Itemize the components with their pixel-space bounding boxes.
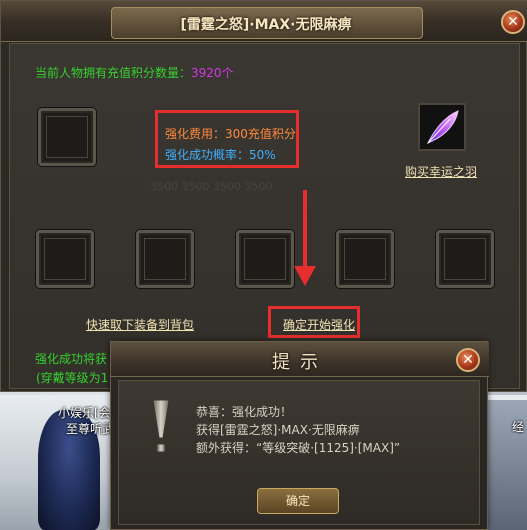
quick-unequip-link[interactable]: 快速取下装备到背包 <box>86 316 194 333</box>
material-slot-1[interactable] <box>36 230 94 288</box>
dialog-message-2: 获得[雷霆之怒]·MAX·无限麻痹 <box>196 423 360 437</box>
exclamation-icon <box>152 399 170 453</box>
points-line: 当前人物拥有充值积分数量：3920个 <box>35 64 234 81</box>
level-note: (穿戴等级为1 <box>36 371 109 385</box>
watermark: 3500 3500 3500 3500 <box>150 180 273 193</box>
material-slot-3[interactable] <box>236 230 294 288</box>
material-slot-5[interactable] <box>436 230 494 288</box>
dialog-title: 提示 <box>272 352 328 373</box>
window-title: [雷霆之怒]·MAX·无限麻痹 <box>180 17 352 33</box>
npc-name-fragment: 经 <box>512 420 525 434</box>
start-enhance-button[interactable]: 确定开始强化 <box>283 316 355 333</box>
success-note: 强化成功将获 <box>35 352 108 366</box>
lucky-feather-icon <box>426 110 459 145</box>
annotation-arrow-shaft <box>303 190 307 270</box>
material-slot-2[interactable] <box>136 230 194 288</box>
main-equip-slot[interactable] <box>38 108 96 166</box>
points-label: 当前人物拥有充值积分数量： <box>35 66 192 80</box>
window-content <box>9 43 520 389</box>
annotation-arrow-head <box>294 266 316 286</box>
success-rate: 强化成功概率：50% <box>165 148 276 162</box>
close-icon[interactable]: ✕ <box>501 10 525 34</box>
enhance-window: [雷霆之怒]·MAX·无限麻痹 ✕ <box>0 0 527 392</box>
dialog-close-icon[interactable]: ✕ <box>456 348 480 372</box>
player-name-line1: 小娱乐[会 <box>58 406 111 420</box>
dialog-message-3: 额外获得：“等级突破·[1125]·[MAX]” <box>196 441 401 455</box>
material-slot-4[interactable] <box>336 230 394 288</box>
points-value: 3920个 <box>191 66 234 80</box>
buy-lucky-feather-link[interactable]: 购买幸运之羽 <box>405 163 477 180</box>
lucky-feather-slot[interactable] <box>418 103 466 151</box>
dialog-ok-button[interactable]: 确定 <box>257 488 339 514</box>
player-name-line2: 至尊听武 <box>66 422 115 436</box>
enhance-cost: 强化费用：300充值积分 <box>165 127 296 141</box>
dialog-message-1: 恭喜：强化成功！ <box>196 405 293 419</box>
